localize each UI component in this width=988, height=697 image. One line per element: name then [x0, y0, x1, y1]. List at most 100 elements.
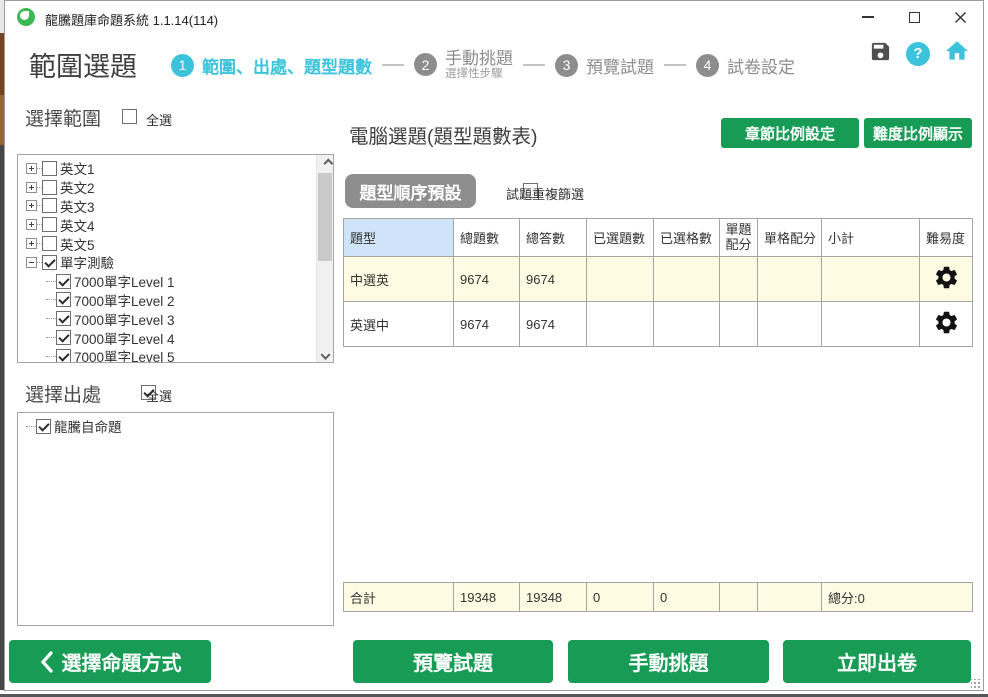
- preview-questions-button[interactable]: 預覽試題: [353, 640, 553, 683]
- wizard-stepper: 1 範圍、出處、題型題數 2 手動挑題 選擇性步驟 3 預覽試題 4 試卷設定: [171, 34, 795, 96]
- cell-selected-questions: [587, 257, 654, 302]
- step-label: 預覽試題: [586, 53, 654, 78]
- expand-icon[interactable]: [26, 200, 37, 211]
- step-3-preview[interactable]: 3 預覽試題: [555, 53, 654, 78]
- cell-total-questions: 9674: [454, 302, 520, 347]
- tree-item-label[interactable]: 龍騰自命題: [54, 416, 122, 436]
- step-number: 1: [171, 54, 194, 77]
- minimize-icon: [862, 16, 874, 18]
- minimize-button[interactable]: [845, 1, 891, 33]
- scrollbar[interactable]: [316, 155, 333, 362]
- column-header-selected-cells: 已選格數: [654, 219, 720, 257]
- tree-connector: [46, 281, 56, 282]
- step-1-range[interactable]: 1 範圍、出處、題型題數: [171, 53, 372, 78]
- back-button-label: 選擇命題方式: [62, 647, 182, 676]
- tree-item-label[interactable]: 7000單字Level 1: [74, 271, 175, 291]
- tree-checkbox[interactable]: [56, 349, 71, 363]
- tree-checkbox[interactable]: [42, 161, 57, 176]
- tree-item: 單字測驗: [26, 253, 333, 272]
- step-number: 2: [414, 53, 437, 76]
- scroll-up-button[interactable]: [317, 155, 333, 172]
- cell-total-questions: 9674: [454, 257, 520, 302]
- tree-checkbox[interactable]: [56, 330, 71, 345]
- manual-pick-button[interactable]: 手動挑題: [568, 640, 769, 683]
- step-number: 3: [555, 54, 578, 77]
- range-select-all-checkbox[interactable]: [122, 109, 137, 124]
- column-header-difficulty: 難易度: [920, 219, 973, 257]
- cell-per-question-score: [720, 257, 758, 302]
- tree-checkbox[interactable]: [42, 180, 57, 195]
- save-icon: [869, 40, 892, 63]
- cell-total-answers: 9674: [520, 302, 587, 347]
- range-select-all-label: 全選: [146, 110, 172, 129]
- cell-selected-cells: [654, 257, 720, 302]
- back-button[interactable]: 選擇命題方式: [9, 640, 211, 683]
- difficulty-gear-button[interactable]: [933, 324, 960, 339]
- scroll-down-button[interactable]: [317, 345, 333, 362]
- app-window: 龍騰題庫命題系統 1.1.14(114) 範圍選題 1 範圍、出處、題型題數 2…: [4, 0, 984, 691]
- difficulty-ratio-button[interactable]: 難度比例顯示: [864, 118, 972, 148]
- chapter-ratio-button[interactable]: 章節比例設定: [721, 118, 859, 148]
- tree-checkbox[interactable]: [56, 292, 71, 307]
- step-label: 手動挑題: [445, 49, 513, 69]
- resize-grip[interactable]: [971, 679, 981, 689]
- expand-icon[interactable]: [26, 163, 37, 174]
- tree-item: 英文3: [26, 197, 333, 216]
- tree-item: 龍騰自命題: [26, 417, 333, 436]
- total-label: 合計: [344, 583, 454, 612]
- range-tree: 英文1 英文2 英文3 英文4 英文5 單字測驗 7000單字Level 1 7…: [18, 155, 333, 363]
- tree-checkbox[interactable]: [42, 198, 57, 213]
- tree-item: 英文4: [26, 215, 333, 234]
- step-label: 試卷設定: [727, 53, 795, 78]
- total-questions: 19348: [454, 583, 520, 612]
- tree-item-label[interactable]: 英文4: [60, 215, 95, 235]
- maximize-icon: [909, 12, 920, 23]
- range-tree-panel: 英文1 英文2 英文3 英文4 英文5 單字測驗 7000單字Level 1 7…: [17, 154, 334, 363]
- tree-connector: [46, 356, 56, 357]
- tree-item: 英文2: [26, 178, 333, 197]
- question-type-order-preset-button[interactable]: 題型順序預設: [345, 174, 476, 208]
- total-selected-questions: 0: [587, 583, 654, 612]
- difficulty-gear-button[interactable]: [933, 279, 960, 294]
- maximize-button[interactable]: [891, 1, 937, 33]
- save-button[interactable]: [869, 40, 892, 68]
- manual-button-label: 手動挑題: [629, 647, 709, 676]
- totals-table: 合計 19348 19348 0 0 總分:0: [343, 582, 973, 612]
- tree-item-label[interactable]: 7000單字Level 5: [74, 346, 175, 363]
- step-4-paper-settings[interactable]: 4 試卷設定: [696, 53, 795, 78]
- tree-item-label[interactable]: 7000單字Level 4: [74, 328, 175, 348]
- tree-checkbox[interactable]: [42, 255, 57, 270]
- tree-item-label[interactable]: 7000單字Level 3: [74, 309, 175, 329]
- tree-checkbox[interactable]: [56, 311, 71, 326]
- expand-icon[interactable]: [26, 182, 37, 193]
- tree-item: 7000單字Level 3: [26, 309, 333, 328]
- tree-checkbox[interactable]: [36, 419, 51, 434]
- help-button[interactable]: ?: [906, 42, 930, 66]
- collapse-icon[interactable]: [26, 257, 37, 268]
- tree-checkbox[interactable]: [42, 236, 57, 251]
- tree-checkbox[interactable]: [42, 217, 57, 232]
- tree-item-label[interactable]: 英文2: [60, 177, 95, 197]
- expand-icon[interactable]: [26, 219, 37, 230]
- tree-checkbox[interactable]: [56, 274, 71, 289]
- table-row: 中選英 9674 9674: [344, 257, 973, 302]
- expand-icon[interactable]: [26, 238, 37, 249]
- column-header-per-question-score: 單題配分: [720, 219, 758, 257]
- step-2-manual-pick[interactable]: 2 手動挑題 選擇性步驟: [414, 49, 513, 82]
- scrollbar-thumb[interactable]: [318, 173, 332, 261]
- tree-item-label[interactable]: 7000單字Level 2: [74, 290, 175, 310]
- title-bar: 龍騰題庫命題系統 1.1.14(114): [5, 1, 983, 33]
- tree-item: 7000單字Level 1: [26, 272, 333, 291]
- generate-paper-button[interactable]: 立即出卷: [783, 640, 971, 683]
- cell-selected-cells: [654, 302, 720, 347]
- tree-item-label[interactable]: 單字測驗: [60, 252, 114, 272]
- chevron-left-icon: [39, 651, 54, 673]
- cell-per-cell-score: [758, 257, 822, 302]
- tree-item-label[interactable]: 英文5: [60, 234, 95, 254]
- close-button[interactable]: [937, 1, 983, 33]
- home-button[interactable]: [944, 38, 970, 69]
- chevron-down-icon: [320, 350, 330, 360]
- cell-subtotal: [822, 302, 920, 347]
- tree-item-label[interactable]: 英文3: [60, 196, 95, 216]
- tree-item-label[interactable]: 英文1: [60, 158, 95, 178]
